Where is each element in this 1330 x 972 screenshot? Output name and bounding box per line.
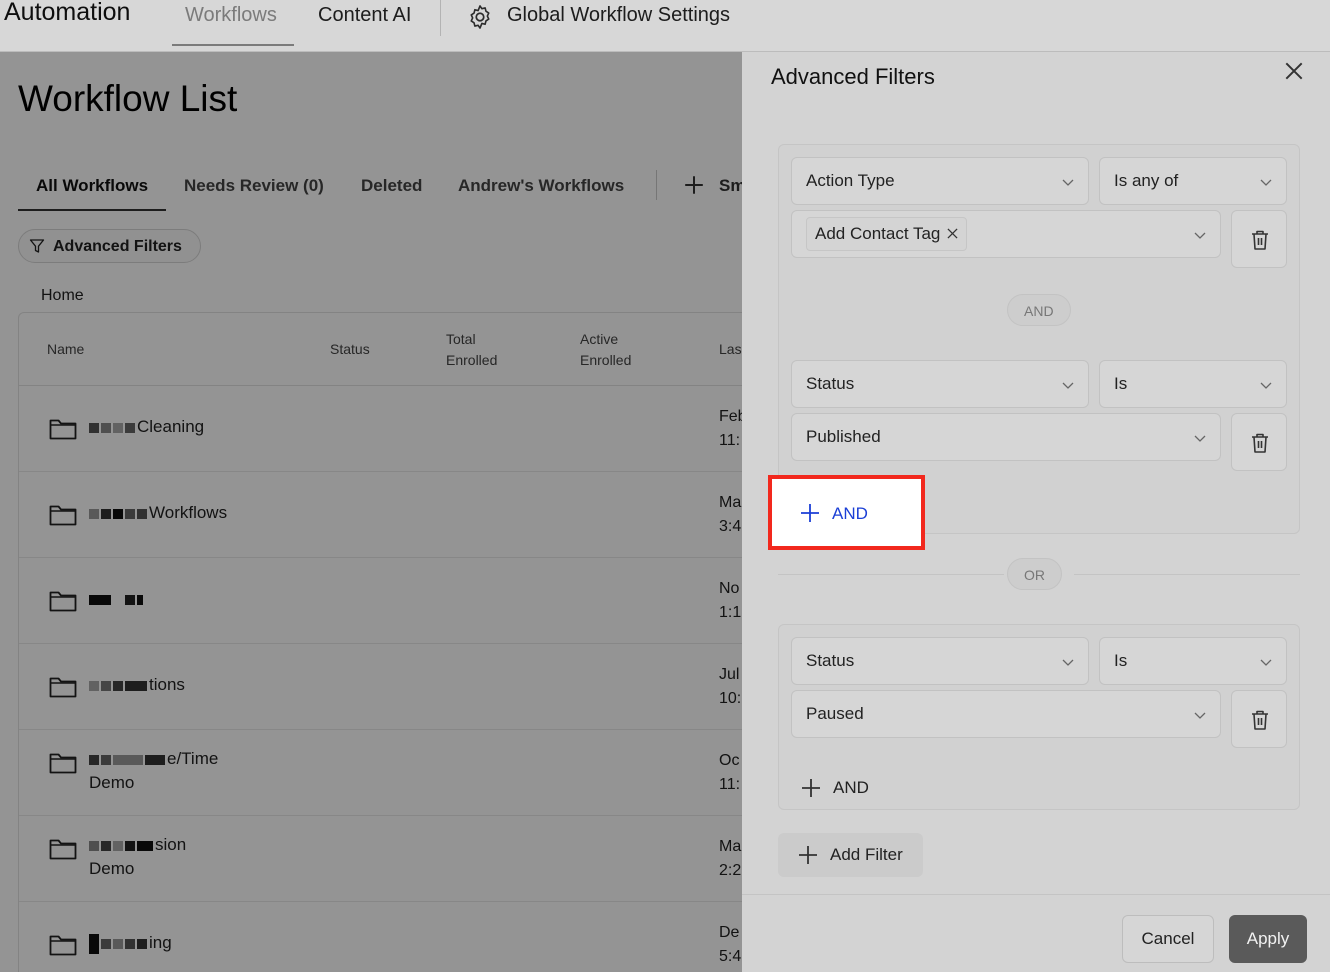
- or-connector: OR: [1007, 558, 1062, 590]
- field-select-value: Action Type: [806, 171, 895, 190]
- value-select[interactable]: Published: [791, 413, 1221, 461]
- or-divider-line: [1074, 574, 1300, 575]
- delete-condition-button[interactable]: [1231, 210, 1287, 268]
- delete-condition-button[interactable]: [1231, 413, 1287, 471]
- add-filter-button[interactable]: Add Filter: [778, 833, 923, 877]
- modal-backdrop-top: [0, 0, 1330, 52]
- trash-icon: [1252, 710, 1268, 730]
- plus-icon: [802, 779, 820, 797]
- chip-remove-icon[interactable]: [947, 228, 958, 239]
- cancel-button[interactable]: Cancel: [1122, 915, 1214, 963]
- or-divider-line: [778, 574, 1004, 575]
- drawer-title: Advanced Filters: [771, 64, 935, 89]
- field-select[interactable]: Action Type: [791, 157, 1089, 205]
- operator-select[interactable]: Is: [1099, 637, 1287, 685]
- operator-select[interactable]: Is: [1099, 360, 1287, 408]
- plus-icon: [801, 504, 819, 522]
- add-and-label: AND: [833, 778, 869, 797]
- close-icon[interactable]: [1283, 60, 1305, 82]
- chevron-down-icon: [1194, 712, 1206, 719]
- chevron-down-icon: [1260, 382, 1272, 389]
- field-select[interactable]: Status: [791, 360, 1089, 408]
- field-select[interactable]: Status: [791, 637, 1089, 685]
- and-connector: AND: [1007, 294, 1071, 326]
- add-and-label: AND: [832, 504, 868, 523]
- filter-group-2: Status Is Paused AND: [778, 624, 1300, 810]
- chevron-down-icon: [1062, 659, 1074, 666]
- operator-select-value: Is any of: [1114, 171, 1179, 190]
- field-select-value: Status: [806, 374, 855, 393]
- add-and-condition-button-highlighted[interactable]: AND: [768, 475, 925, 550]
- trash-icon: [1252, 433, 1268, 453]
- chevron-down-icon: [1062, 382, 1074, 389]
- plus-icon: [799, 846, 817, 864]
- value-select[interactable]: Paused: [791, 690, 1221, 738]
- modal-backdrop[interactable]: [0, 52, 742, 972]
- value-select-value: Paused: [806, 704, 864, 723]
- chevron-down-icon: [1260, 179, 1272, 186]
- chevron-down-icon: [1260, 659, 1272, 666]
- field-select-value: Status: [806, 651, 855, 670]
- chevron-down-icon: [1194, 435, 1206, 442]
- trash-icon: [1252, 230, 1268, 250]
- add-filter-label: Add Filter: [830, 845, 903, 864]
- value-select-value: Published: [806, 427, 881, 446]
- operator-select-value: Is: [1114, 651, 1128, 670]
- chevron-down-icon: [1194, 232, 1206, 239]
- value-chip: Add Contact Tag: [806, 217, 968, 251]
- drawer-footer-divider: [742, 894, 1330, 895]
- apply-button[interactable]: Apply: [1229, 915, 1307, 963]
- chevron-down-icon: [1062, 179, 1074, 186]
- operator-select-value: Is: [1114, 374, 1128, 393]
- operator-select[interactable]: Is any of: [1099, 157, 1287, 205]
- value-chip-label: Add Contact Tag: [815, 224, 941, 243]
- delete-condition-button[interactable]: [1231, 690, 1287, 748]
- value-multiselect[interactable]: Add Contact Tag: [791, 210, 1221, 258]
